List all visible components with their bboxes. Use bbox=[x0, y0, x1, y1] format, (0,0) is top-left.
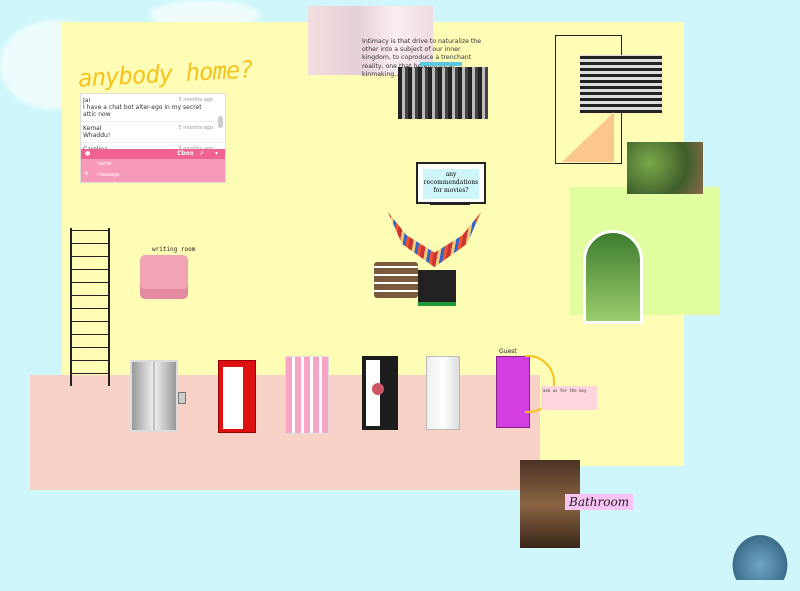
garden-arch-image[interactable] bbox=[583, 230, 643, 324]
white-door[interactable] bbox=[426, 356, 460, 430]
flower-icon bbox=[372, 383, 384, 395]
name-input[interactable]: name bbox=[97, 161, 111, 167]
chat-time: 5 months ago bbox=[178, 125, 214, 131]
door-opening bbox=[223, 367, 243, 429]
plants-image[interactable] bbox=[627, 142, 703, 194]
elevator-button bbox=[178, 392, 186, 404]
tv-stand bbox=[430, 203, 470, 211]
tv[interactable]: any recommendations for movies? bbox=[416, 162, 486, 204]
chevron-down-icon[interactable]: ▾ bbox=[215, 150, 218, 157]
chat-widget[interactable]: Jai I have a chat bot alter-ego in my se… bbox=[80, 93, 226, 183]
chat-title: Cbox bbox=[177, 150, 194, 157]
user-icon: ● bbox=[85, 150, 91, 157]
diner-image[interactable] bbox=[580, 55, 662, 113]
sculpture-image bbox=[728, 530, 792, 580]
bathroom-label[interactable]: Bathroom bbox=[565, 494, 634, 510]
message-input[interactable]: message bbox=[97, 172, 119, 178]
highlight-bar bbox=[420, 62, 462, 66]
tv-screen: any recommendations for movies? bbox=[423, 169, 479, 199]
chat-message: Kemal Whaddu! 5 months ago bbox=[81, 122, 225, 143]
external-link-icon[interactable]: ↗ bbox=[199, 150, 204, 157]
chat-time: 5 months ago bbox=[178, 97, 214, 103]
pink-door[interactable] bbox=[285, 356, 329, 434]
laptop-image[interactable] bbox=[418, 270, 456, 306]
red-door[interactable] bbox=[218, 360, 256, 433]
chat-toolbar: ● Cbox ↗ ▾ bbox=[81, 149, 225, 159]
chat-scrollbar[interactable] bbox=[218, 116, 223, 128]
intimacy-text: Intimacy is that drive to naturalize the… bbox=[362, 38, 481, 78]
typewriter-image[interactable] bbox=[140, 255, 188, 299]
gear-icon[interactable]: ⚙ bbox=[84, 171, 88, 177]
chat-message: Jai I have a chat bot alter-ego in my se… bbox=[81, 94, 225, 122]
key-note: ask us for the key bbox=[541, 386, 597, 410]
elevator-door[interactable] bbox=[130, 360, 186, 432]
books-image[interactable] bbox=[374, 262, 418, 298]
ladder[interactable] bbox=[70, 228, 110, 386]
chat-text: I have a chat bot alter-ego in my secret… bbox=[83, 104, 202, 118]
chat-text: Whaddu! bbox=[83, 132, 111, 139]
typewriter-label: writing room bbox=[152, 246, 196, 253]
guest-label: Guest bbox=[499, 348, 517, 355]
chat-inputs: name ⚙ message bbox=[81, 159, 225, 182]
